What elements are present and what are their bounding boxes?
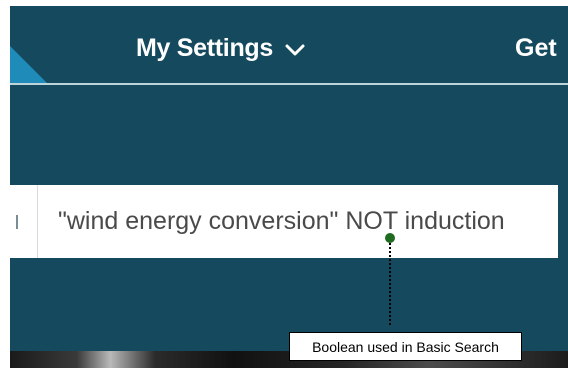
my-settings-label: My Settings	[136, 33, 273, 62]
nav-divider	[10, 83, 568, 85]
annotation-leader-line	[389, 243, 391, 325]
chevron-down-icon	[285, 44, 305, 56]
get-menu-label: Get	[515, 33, 557, 62]
get-menu[interactable]: Get	[515, 30, 557, 66]
nav-accent-corner	[10, 46, 48, 84]
annotation-label: Boolean used in Basic Search	[312, 338, 499, 355]
annotation-callout: Boolean used in Basic Search	[289, 332, 522, 361]
search-type-dropdown-edge[interactable]	[16, 215, 18, 229]
search-right-edge	[558, 185, 568, 258]
app-screen: My Settings Get	[10, 6, 568, 368]
my-settings-menu[interactable]: My Settings	[136, 30, 305, 66]
annotation-dot	[385, 233, 395, 243]
top-nav-bar: My Settings Get	[10, 6, 568, 85]
search-input[interactable]	[38, 185, 558, 258]
basic-search-bar	[10, 185, 568, 258]
